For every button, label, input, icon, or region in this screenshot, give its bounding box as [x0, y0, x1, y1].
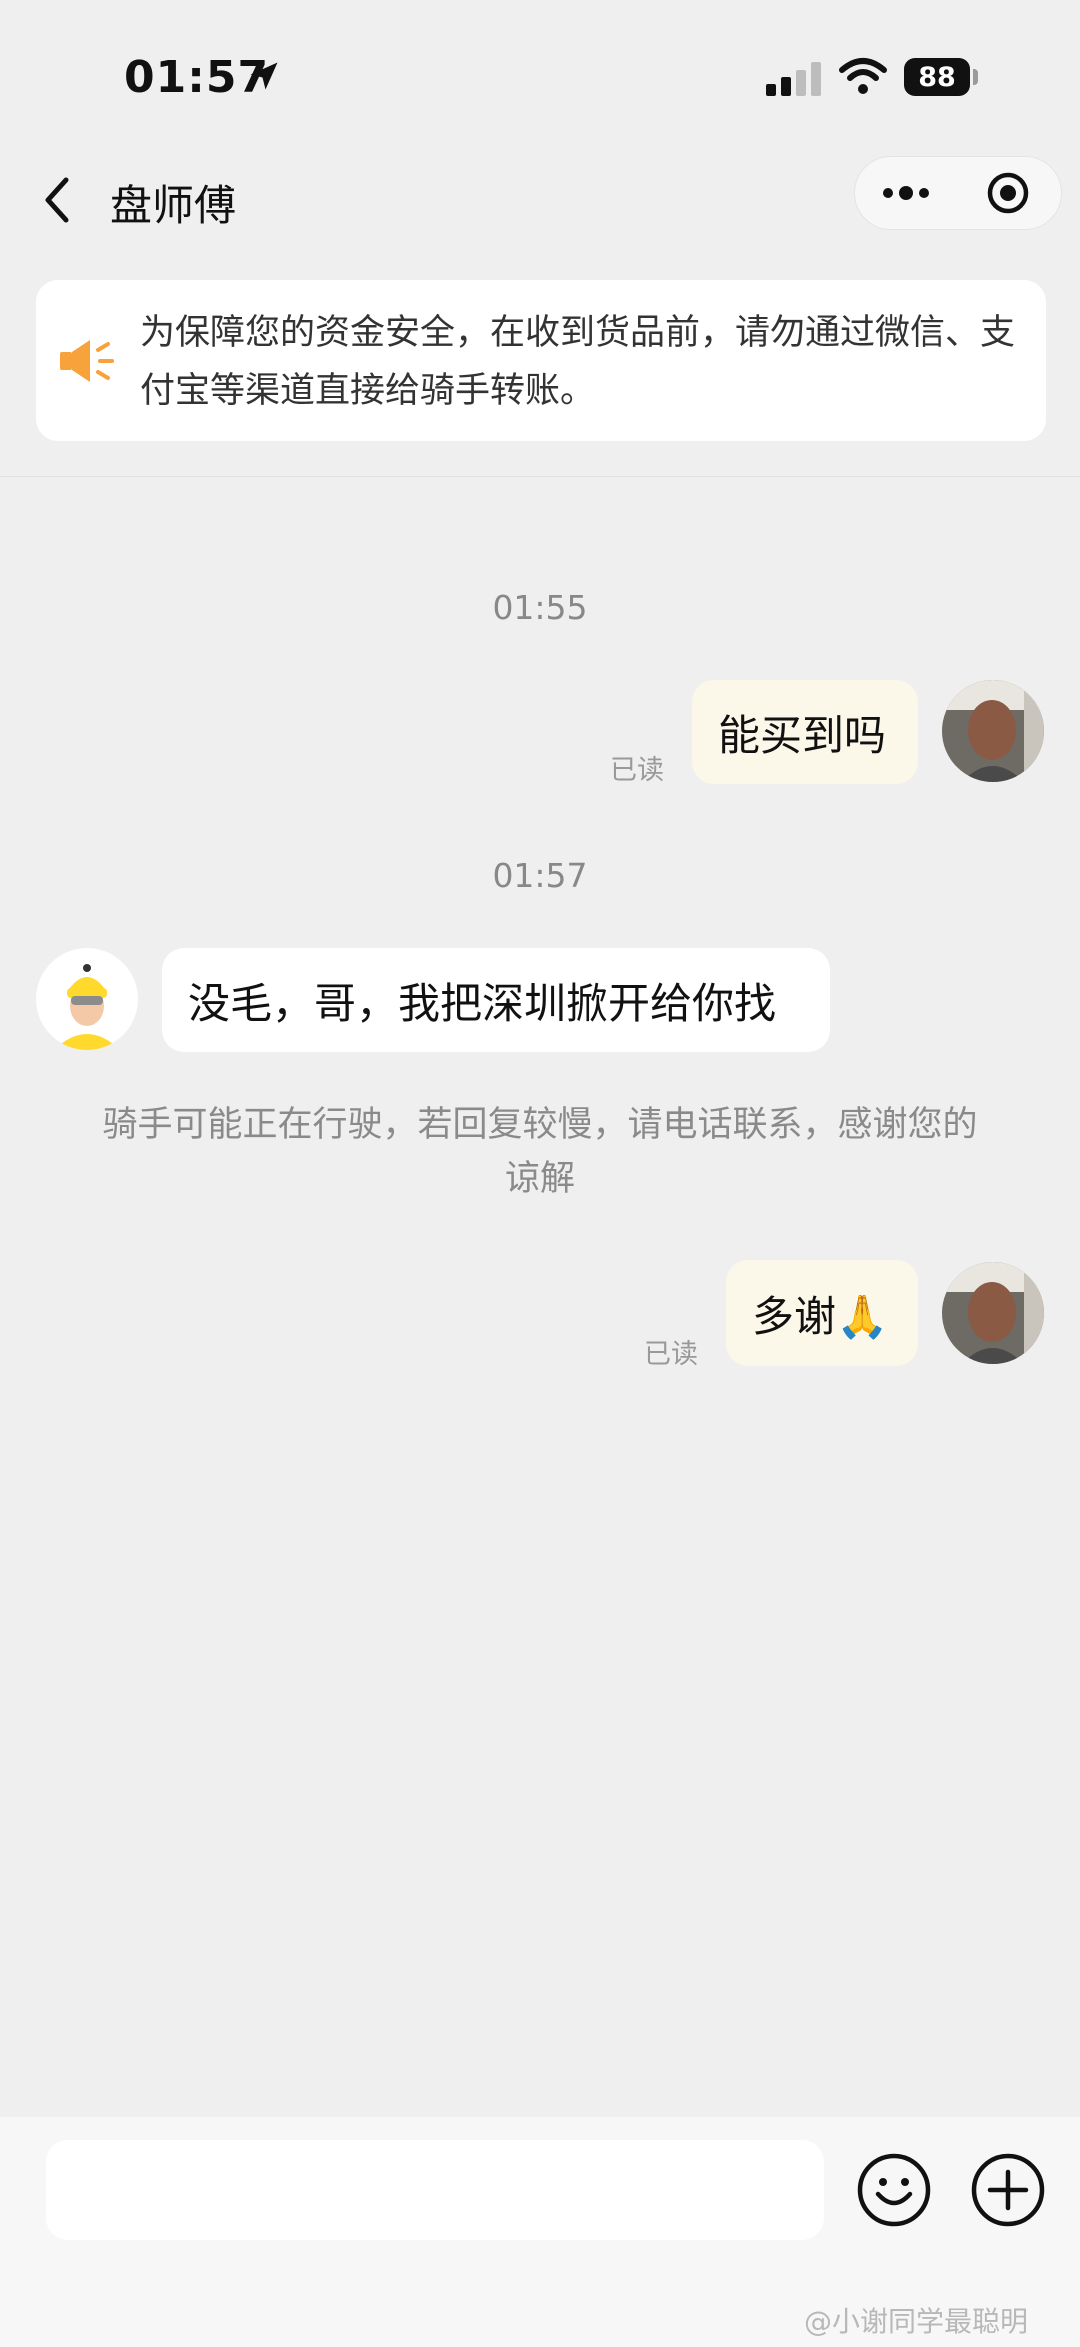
safety-notice: 为保障您的资金安全，在收到货品前，请勿通过微信、支付宝等渠道直接给骑手转账。 — [36, 280, 1046, 441]
read-status: 已读 — [610, 755, 664, 786]
wifi-icon — [839, 58, 887, 94]
avatar[interactable] — [942, 680, 1044, 782]
page-title: 盘师傅 — [110, 181, 237, 230]
close-target-icon[interactable] — [986, 171, 1030, 215]
signal-bars-icon — [766, 62, 821, 96]
timestamp: 01:55 — [492, 588, 588, 627]
timestamp: 01:57 — [492, 856, 588, 895]
back-chevron-icon[interactable] — [36, 172, 80, 228]
message-bubble[interactable]: 没毛，哥，我把深圳掀开给你找 — [162, 948, 830, 1052]
notice-text: 为保障您的资金安全，在收到货品前，请勿通过微信、支付宝等渠道直接给骑手转账。 — [140, 313, 1016, 411]
message-input[interactable] — [46, 2140, 824, 2240]
avatar[interactable] — [942, 1262, 1044, 1364]
message-bubble[interactable]: 多谢🙏 — [726, 1260, 918, 1366]
chat-screen: 01:57 88 盘师傅 为保障您的资金安全，在收到货品前，请勿通过微信、支付宝… — [0, 0, 1080, 2347]
courier-avatar[interactable] — [36, 948, 138, 1050]
battery-cap — [973, 69, 978, 85]
location-arrow-icon — [250, 62, 278, 90]
watermark: @小谢同学最聪明 — [804, 2305, 1029, 2338]
battery-icon: 88 — [904, 58, 970, 96]
speaker-icon — [60, 340, 114, 382]
message-text: 没毛，哥，我把深圳掀开给你找 — [188, 978, 777, 1028]
battery-level: 88 — [918, 61, 956, 93]
message-text: 能买到吗 — [718, 710, 887, 760]
more-dots-icon[interactable] — [880, 178, 932, 208]
emoji-icon[interactable] — [856, 2152, 932, 2228]
plus-icon[interactable] — [970, 2152, 1046, 2228]
divider — [0, 476, 1080, 477]
read-status: 已读 — [644, 1339, 698, 1370]
system-message: 骑手可能正在行驶，若回复较慢，请电话联系，感谢您的谅解 — [102, 1105, 978, 1199]
message-bubble[interactable]: 能买到吗 — [692, 680, 918, 784]
message-text: 多谢🙏 — [752, 1291, 889, 1341]
